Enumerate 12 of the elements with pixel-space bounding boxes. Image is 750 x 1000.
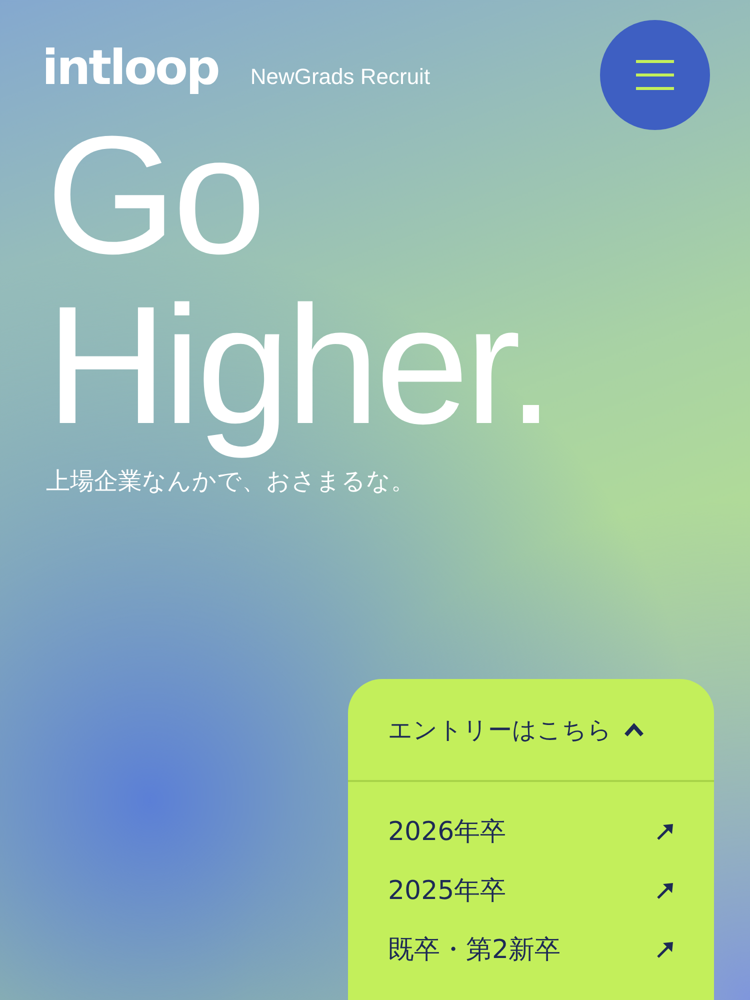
- entry-link[interactable]: 既卒・第2新卒: [388, 920, 674, 979]
- tagline: 上場企業なんかで、おさまるな。: [46, 466, 415, 497]
- arrow-icon: [656, 822, 674, 840]
- chevron-icon: [624, 722, 644, 736]
- site-subtitle: NewGrads Recruit: [250, 64, 430, 90]
- entry-link[interactable]: 2026年卒: [388, 802, 674, 861]
- menu-icon: [636, 60, 674, 90]
- arrow-icon: [656, 940, 674, 958]
- entry-link[interactable]: 2025年卒: [388, 861, 674, 920]
- logo: intloop: [42, 44, 218, 92]
- arrow-icon: [656, 882, 674, 900]
- entry-toggle[interactable]: エントリーはこちら: [348, 679, 714, 782]
